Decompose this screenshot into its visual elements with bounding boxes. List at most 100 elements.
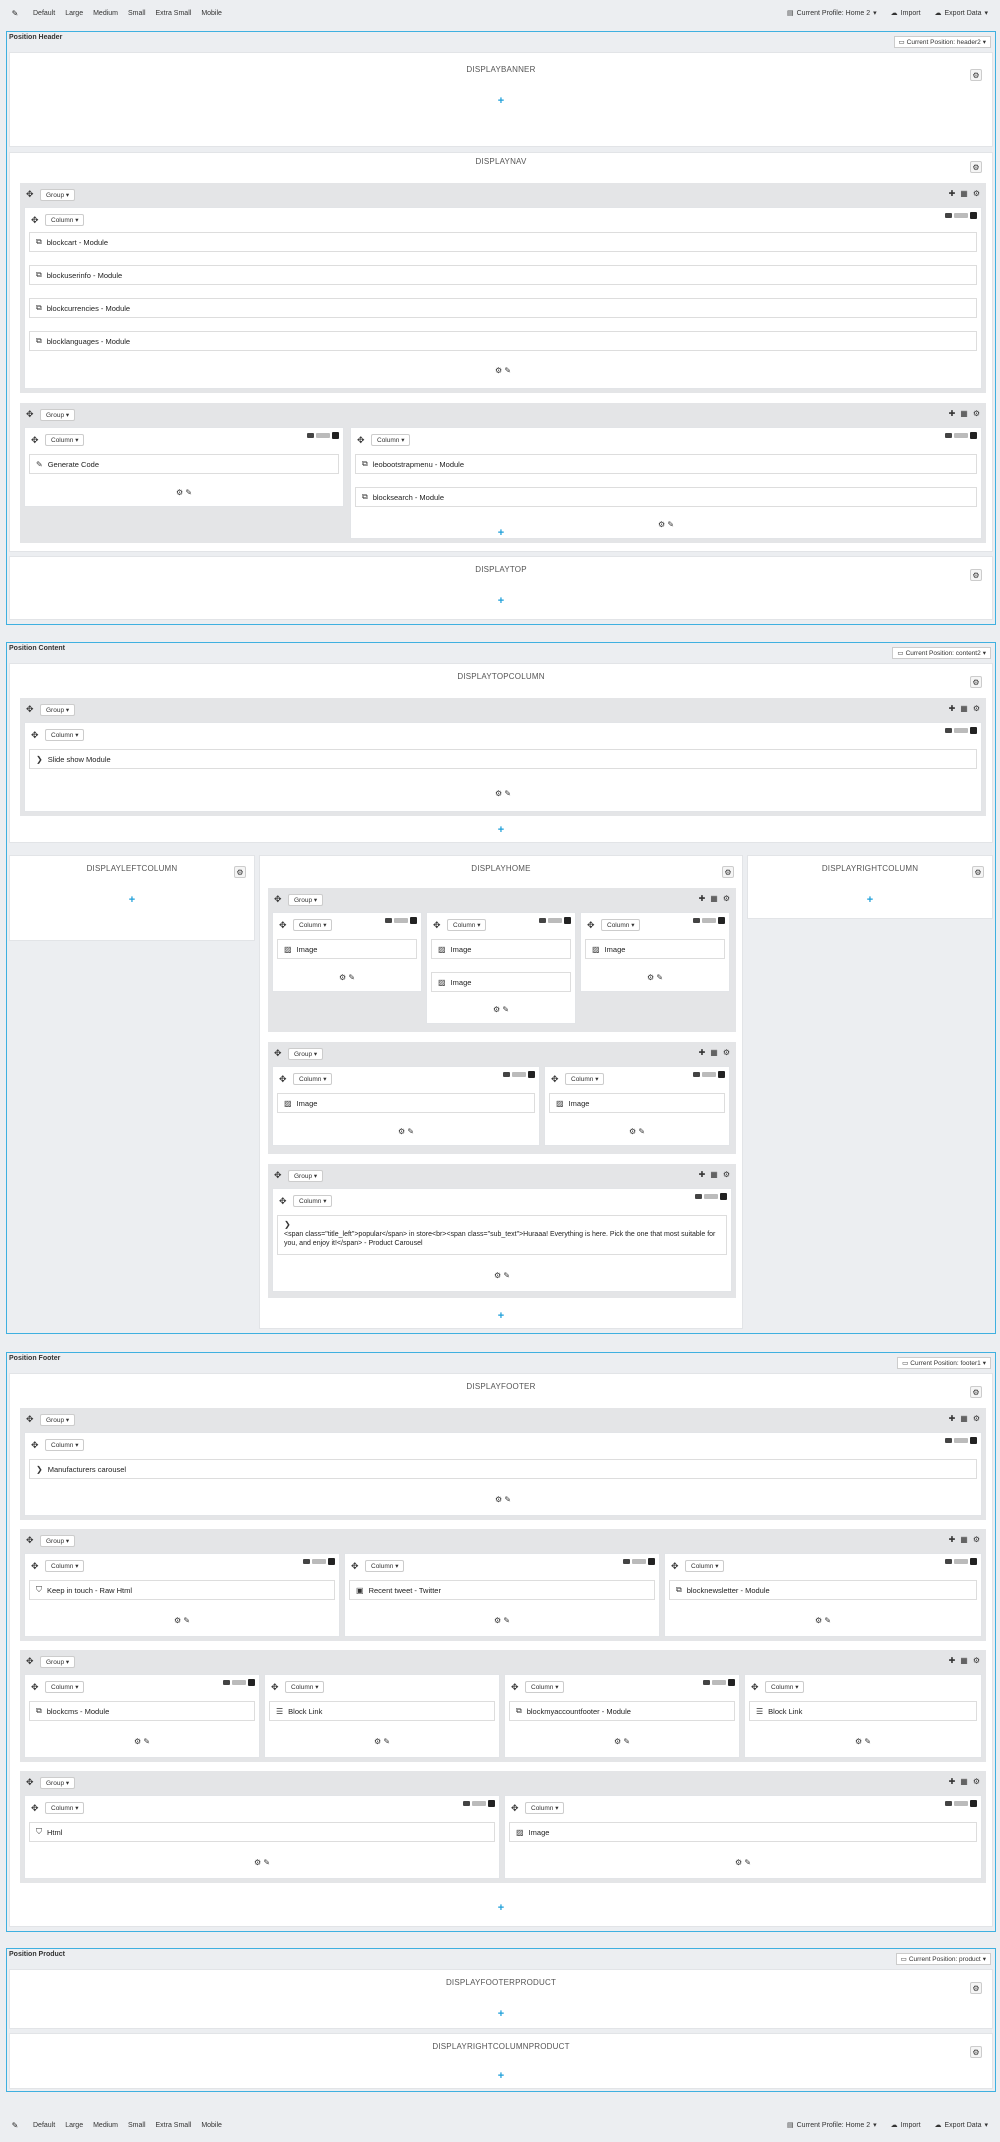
gear-icon[interactable]: ⚙ xyxy=(973,1656,980,1665)
add-group-button[interactable]: + xyxy=(10,824,992,836)
move-icon[interactable]: ✥ xyxy=(357,435,365,446)
import-button[interactable]: ☁ Import xyxy=(887,2118,925,2132)
column-actions[interactable]: ⚙ ✎ xyxy=(265,1737,499,1746)
column-actions[interactable]: ⚙ ✎ xyxy=(273,973,421,982)
widget-image[interactable]: ▨ Image xyxy=(431,972,571,992)
device-extra-small-button[interactable]: Extra Small xyxy=(151,7,197,20)
width-icon[interactable] xyxy=(312,1559,326,1564)
grid-icon[interactable]: ▦ xyxy=(960,1535,968,1544)
column-actions[interactable]: ⚙ ✎ xyxy=(273,1127,539,1136)
plus-square-icon[interactable] xyxy=(328,1558,335,1565)
plus-square-icon[interactable] xyxy=(728,1679,735,1686)
device-extra-small-button[interactable]: Extra Small xyxy=(151,2119,197,2132)
move-icon[interactable]: ✥ xyxy=(751,1682,759,1693)
width-icon[interactable] xyxy=(704,1194,718,1199)
column-actions[interactable]: ⚙ ✎ xyxy=(505,1858,981,1867)
widget-module[interactable]: ⧉ blocklanguages - Module xyxy=(29,331,977,351)
current-position-dropdown[interactable]: ▭ Current Position: footer1 ▾ xyxy=(897,1357,991,1369)
column-dropdown[interactable]: Column ▾ xyxy=(601,919,641,931)
minus-icon[interactable] xyxy=(945,1801,952,1806)
gear-icon[interactable]: ⚙ xyxy=(973,1777,980,1786)
widget-image[interactable]: ▨ Image xyxy=(549,1093,725,1113)
minus-icon[interactable] xyxy=(539,918,546,923)
group-dropdown[interactable]: Group ▾ xyxy=(288,1170,324,1182)
column-actions[interactable]: ⚙ ✎ xyxy=(25,1737,259,1746)
grid-icon[interactable]: ▦ xyxy=(960,409,968,418)
plus-icon[interactable]: ✚ xyxy=(699,1048,706,1057)
current-position-dropdown[interactable]: ▭ Current Position: content2 ▾ xyxy=(892,647,991,659)
plus-square-icon[interactable] xyxy=(248,1679,255,1686)
move-icon[interactable]: ✥ xyxy=(671,1561,679,1572)
move-icon[interactable]: ✥ xyxy=(26,189,34,200)
width-icon[interactable] xyxy=(702,918,716,923)
width-icon[interactable] xyxy=(712,1680,726,1685)
add-group-button[interactable]: + xyxy=(748,894,992,906)
plus-square-icon[interactable] xyxy=(718,1071,725,1078)
minus-icon[interactable] xyxy=(223,1680,230,1685)
widget-block-link[interactable]: ☰ Block Link xyxy=(269,1701,495,1721)
width-icon[interactable] xyxy=(954,1438,968,1443)
pencil-icon[interactable]: ✎ xyxy=(8,2118,22,2132)
gear-icon[interactable]: ⚙ xyxy=(970,1386,982,1398)
minus-icon[interactable] xyxy=(623,1559,630,1564)
column-actions[interactable]: ⚙ ✎ xyxy=(273,1271,731,1280)
add-group-button[interactable]: + xyxy=(10,894,254,906)
width-icon[interactable] xyxy=(954,1801,968,1806)
column-dropdown[interactable]: Column ▾ xyxy=(45,434,85,446)
widget-image[interactable]: ▨ Image xyxy=(509,1822,977,1842)
width-icon[interactable] xyxy=(316,433,330,438)
column-dropdown[interactable]: Column ▾ xyxy=(525,1802,565,1814)
move-icon[interactable]: ✥ xyxy=(274,1048,282,1059)
plus-icon[interactable]: ✚ xyxy=(949,1777,956,1786)
column-dropdown[interactable]: Column ▾ xyxy=(293,919,333,931)
minus-icon[interactable] xyxy=(695,1194,702,1199)
device-medium-button[interactable]: Medium xyxy=(88,7,123,20)
grid-icon[interactable]: ▦ xyxy=(960,704,968,713)
plus-square-icon[interactable] xyxy=(970,212,977,219)
move-icon[interactable]: ✥ xyxy=(511,1682,519,1693)
column-actions[interactable]: ⚙ ✎ xyxy=(25,1495,981,1504)
add-group-button[interactable]: + xyxy=(10,2070,992,2082)
plus-square-icon[interactable] xyxy=(332,432,339,439)
add-group-button[interactable]: + xyxy=(10,95,992,107)
group-dropdown[interactable]: Group ▾ xyxy=(40,1535,76,1547)
gear-icon[interactable]: ⚙ xyxy=(722,866,734,878)
add-group-button[interactable]: + xyxy=(10,527,992,539)
plus-square-icon[interactable] xyxy=(970,727,977,734)
group-dropdown[interactable]: Group ▾ xyxy=(40,1414,76,1426)
column-dropdown[interactable]: Column ▾ xyxy=(371,434,411,446)
plus-square-icon[interactable] xyxy=(970,432,977,439)
column-dropdown[interactable]: Column ▾ xyxy=(285,1681,325,1693)
column-dropdown[interactable]: Column ▾ xyxy=(45,1560,85,1572)
plus-icon[interactable]: ✚ xyxy=(949,1656,956,1665)
column-actions[interactable]: ⚙ ✎ xyxy=(665,1616,981,1625)
column-actions[interactable]: ⚙ ✎ xyxy=(427,1005,575,1014)
move-icon[interactable]: ✥ xyxy=(271,1682,279,1693)
device-large-button[interactable]: Large xyxy=(60,7,88,20)
group-dropdown[interactable]: Group ▾ xyxy=(40,704,76,716)
gear-icon[interactable]: ⚙ xyxy=(970,676,982,688)
column-dropdown[interactable]: Column ▾ xyxy=(45,1681,85,1693)
plus-icon[interactable]: ✚ xyxy=(949,189,956,198)
device-large-button[interactable]: Large xyxy=(60,2119,88,2132)
widget-module[interactable]: ⧉ blockmyaccountfooter - Module xyxy=(509,1701,735,1721)
width-icon[interactable] xyxy=(512,1072,526,1077)
add-group-button[interactable]: + xyxy=(10,1902,992,1914)
plus-square-icon[interactable] xyxy=(528,1071,535,1078)
column-actions[interactable]: ⚙ ✎ xyxy=(345,1616,659,1625)
move-icon[interactable]: ✥ xyxy=(511,1803,519,1814)
move-icon[interactable]: ✥ xyxy=(31,1803,39,1814)
gear-icon[interactable]: ⚙ xyxy=(970,1982,982,1994)
plus-icon[interactable]: ✚ xyxy=(949,704,956,713)
column-dropdown[interactable]: Column ▾ xyxy=(293,1195,333,1207)
column-actions[interactable]: ⚙ ✎ xyxy=(25,366,981,375)
plus-square-icon[interactable] xyxy=(970,1437,977,1444)
plus-icon[interactable]: ✚ xyxy=(949,409,956,418)
move-icon[interactable]: ✥ xyxy=(31,1440,39,1451)
export-data-dropdown[interactable]: ☁ Export Data ▾ xyxy=(931,2118,992,2132)
column-dropdown[interactable]: Column ▾ xyxy=(765,1681,805,1693)
column-dropdown[interactable]: Column ▾ xyxy=(45,1802,85,1814)
group-dropdown[interactable]: Group ▾ xyxy=(288,894,324,906)
import-button[interactable]: ☁ Import xyxy=(887,6,925,20)
widget-image[interactable]: ▨ Image xyxy=(277,939,417,959)
